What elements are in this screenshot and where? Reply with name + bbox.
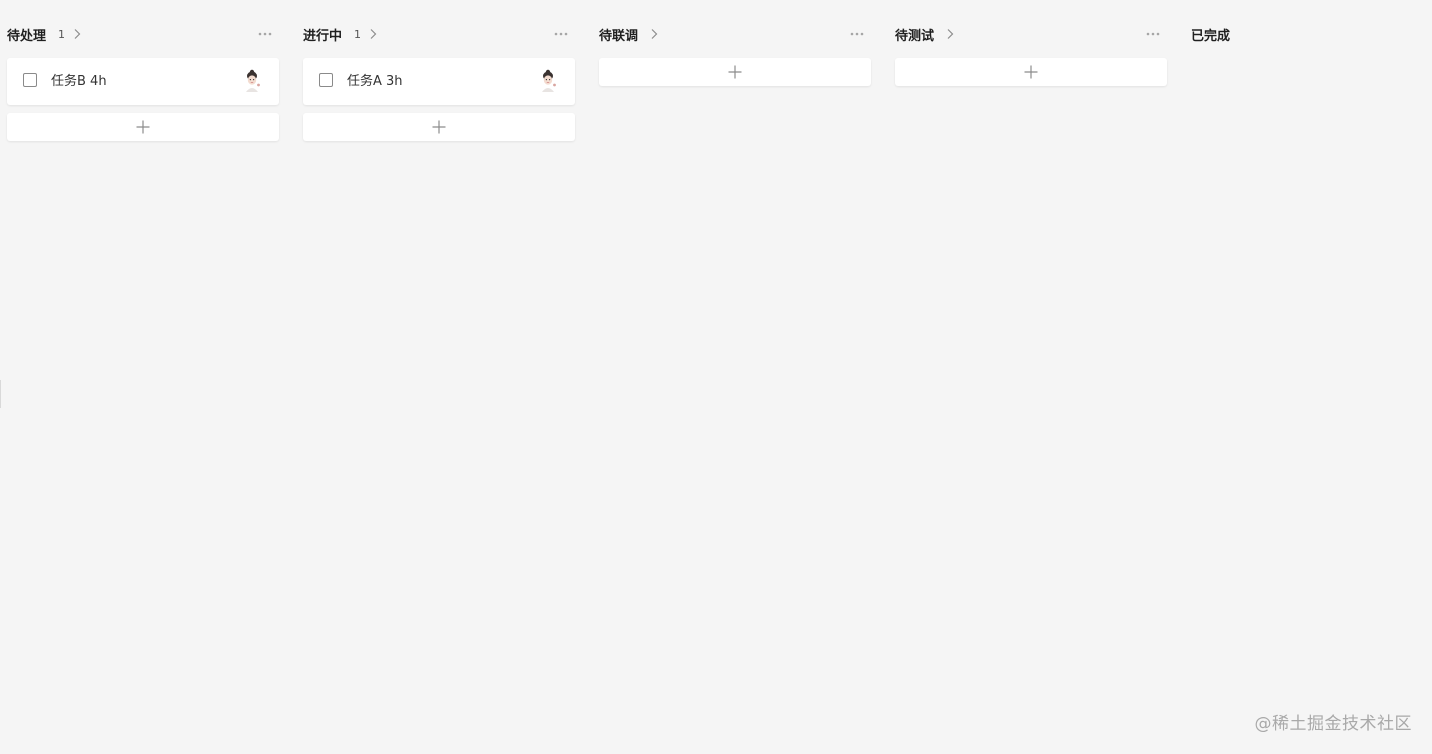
more-horizontal-icon[interactable] — [553, 29, 569, 39]
more-horizontal-icon[interactable] — [849, 29, 865, 39]
column-title: 待测试 — [895, 28, 935, 44]
chevron-right-icon[interactable] — [944, 28, 956, 40]
task-title: 任务A 3h — [347, 74, 403, 89]
watermark: @稀土掘金技术社区 — [1254, 714, 1412, 734]
add-card-button[interactable] — [7, 113, 279, 141]
column-title: 已完成 — [1191, 28, 1231, 44]
chevron-right-icon[interactable] — [71, 28, 83, 40]
task-checkbox[interactable] — [23, 73, 37, 87]
plus-icon — [728, 65, 742, 79]
add-card-button[interactable] — [303, 113, 575, 141]
kanban-board: 待处理 1 任务B 4h 进行中 1 任务A 3h 待联调 待测试 已完成 @稀… — [0, 0, 1432, 754]
avatar[interactable] — [537, 69, 559, 93]
column-title: 待处理 — [7, 28, 47, 44]
chevron-right-icon[interactable] — [367, 28, 379, 40]
column-testing: 待测试 — [895, 18, 1167, 86]
avatar[interactable] — [241, 69, 263, 93]
column-header: 待测试 — [895, 18, 1167, 50]
add-card-button[interactable] — [599, 58, 871, 86]
column-title: 待联调 — [599, 28, 639, 44]
column-header: 待联调 — [599, 18, 871, 50]
more-horizontal-icon[interactable] — [257, 29, 273, 39]
add-card-button[interactable] — [895, 58, 1167, 86]
plus-icon — [432, 120, 446, 134]
plus-icon — [1024, 65, 1038, 79]
task-card[interactable]: 任务A 3h — [303, 58, 575, 105]
column-title: 进行中 — [303, 28, 343, 44]
column-pending: 待处理 1 任务B 4h — [7, 18, 279, 141]
task-checkbox[interactable] — [319, 73, 333, 87]
more-horizontal-icon[interactable] — [1145, 29, 1161, 39]
column-count: 1 — [354, 27, 362, 41]
scroll-edge-marker — [0, 380, 1, 408]
column-header: 待处理 1 — [7, 18, 279, 50]
column-in-progress: 进行中 1 任务A 3h — [303, 18, 575, 141]
chevron-right-icon[interactable] — [648, 28, 660, 40]
task-card[interactable]: 任务B 4h — [7, 58, 279, 105]
column-done: 已完成 — [1191, 18, 1411, 50]
column-count: 1 — [58, 27, 66, 41]
column-integration: 待联调 — [599, 18, 871, 86]
task-title: 任务B 4h — [51, 74, 107, 89]
column-header: 已完成 — [1191, 18, 1411, 50]
column-header: 进行中 1 — [303, 18, 575, 50]
plus-icon — [136, 120, 150, 134]
